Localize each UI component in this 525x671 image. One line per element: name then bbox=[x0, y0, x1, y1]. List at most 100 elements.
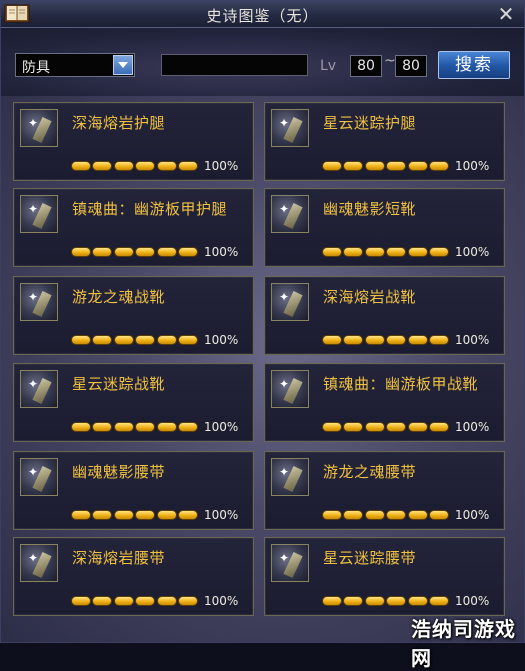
item-card[interactable]: ✦ 游龙之魂腰带 100% bbox=[264, 451, 505, 530]
sparkle-icon: ✦ bbox=[28, 377, 39, 391]
epic-codex-window: 史诗图鉴（无） ✕ 防具 Lv 80 ~ 80 搜索 ✦ 深海熔岩护腿 100% ✦ 星… bbox=[0, 0, 525, 670]
item-card[interactable]: ✦ 游龙之魂战靴 100% bbox=[13, 276, 254, 355]
progress-segment bbox=[113, 335, 134, 345]
progress-segment bbox=[135, 161, 156, 171]
item-name: 镇魂曲：幽游板甲护腿 bbox=[72, 200, 228, 218]
progress-segment bbox=[343, 247, 364, 257]
sparkle-icon: ✦ bbox=[28, 551, 39, 565]
progress-segment bbox=[71, 161, 91, 171]
category-select[interactable]: 防具 bbox=[15, 53, 135, 77]
item-grid: ✦ 深海熔岩护腿 100% ✦ 星云迷踪护腿 100% ✦ 镇魂曲：幽游板甲护腿 100% ✦ 幽魂… bbox=[1, 96, 524, 642]
progress-segment bbox=[135, 510, 156, 520]
progress-segment bbox=[343, 335, 364, 345]
item-card[interactable]: ✦ 幽魂魅影腰带 100% bbox=[13, 451, 254, 530]
progress-segment bbox=[364, 161, 385, 171]
progress-segment bbox=[156, 335, 177, 345]
window-title: 史诗图鉴（无） bbox=[206, 7, 319, 25]
sparkle-icon: ✦ bbox=[279, 551, 290, 565]
item-card[interactable]: ✦ 星云迷踪腰带 100% bbox=[264, 537, 505, 616]
progress-segment bbox=[429, 247, 449, 257]
progress-percent: 100% bbox=[204, 333, 239, 347]
progress-segment bbox=[429, 161, 449, 171]
belt-icon: ✦ bbox=[271, 458, 309, 496]
close-icon[interactable]: ✕ bbox=[496, 4, 516, 24]
progress-segment bbox=[92, 335, 113, 345]
belt-icon: ✦ bbox=[20, 458, 58, 496]
progress-percent: 100% bbox=[455, 333, 490, 347]
progress-bar bbox=[71, 510, 199, 520]
progress-segment bbox=[135, 335, 156, 345]
progress-percent: 100% bbox=[204, 245, 239, 259]
progress-segment bbox=[113, 422, 134, 432]
belt-icon: ✦ bbox=[271, 544, 309, 582]
item-card[interactable]: ✦ 镇魂曲：幽游板甲护腿 100% bbox=[13, 188, 254, 267]
progress-segment bbox=[407, 247, 428, 257]
item-name: 幽魂魅影腰带 bbox=[72, 463, 166, 481]
belt-icon: ✦ bbox=[20, 544, 58, 582]
progress-segment bbox=[343, 161, 364, 171]
search-input[interactable] bbox=[161, 54, 308, 76]
progress-percent: 100% bbox=[455, 420, 490, 434]
boots-icon: ✦ bbox=[20, 370, 58, 408]
progress-segment bbox=[322, 596, 342, 606]
item-card[interactable]: ✦ 深海熔岩腰带 100% bbox=[13, 537, 254, 616]
progress-segment bbox=[92, 247, 113, 257]
progress-segment bbox=[113, 161, 134, 171]
progress-segment bbox=[178, 422, 198, 432]
item-name: 深海熔岩战靴 bbox=[323, 288, 417, 306]
progress-segment bbox=[322, 422, 342, 432]
item-card[interactable]: ✦ 幽魂魅影短靴 100% bbox=[264, 188, 505, 267]
progress-segment bbox=[364, 247, 385, 257]
progress-segment bbox=[364, 335, 385, 345]
boots-icon: ✦ bbox=[271, 370, 309, 408]
item-name: 深海熔岩护腿 bbox=[72, 114, 166, 132]
progress-segment bbox=[113, 596, 134, 606]
progress-segment bbox=[113, 247, 134, 257]
progress-segment bbox=[364, 596, 385, 606]
progress-segment bbox=[386, 335, 407, 345]
progress-segment bbox=[178, 247, 198, 257]
progress-segment bbox=[71, 422, 91, 432]
progress-bar bbox=[71, 247, 199, 257]
progress-segment bbox=[135, 596, 156, 606]
item-name: 游龙之魂战靴 bbox=[72, 288, 166, 306]
item-card[interactable]: ✦ 深海熔岩战靴 100% bbox=[264, 276, 505, 355]
progress-percent: 100% bbox=[204, 594, 239, 608]
level-max-field[interactable]: 80 bbox=[395, 55, 427, 77]
progress-segment bbox=[429, 510, 449, 520]
progress-segment bbox=[92, 510, 113, 520]
progress-segment bbox=[407, 596, 428, 606]
leg-armor-icon: ✦ bbox=[20, 109, 58, 147]
progress-segment bbox=[386, 161, 407, 171]
progress-segment bbox=[343, 510, 364, 520]
boots-icon: ✦ bbox=[20, 283, 58, 321]
progress-segment bbox=[364, 510, 385, 520]
progress-bar bbox=[71, 335, 199, 345]
item-card[interactable]: ✦ 深海熔岩护腿 100% bbox=[13, 102, 254, 181]
progress-segment bbox=[343, 596, 364, 606]
progress-segment bbox=[429, 335, 449, 345]
boots-icon: ✦ bbox=[271, 195, 309, 233]
progress-segment bbox=[407, 335, 428, 345]
level-separator: ~ bbox=[384, 53, 396, 69]
site-watermark: 浩纳司游戏网 bbox=[411, 617, 516, 670]
progress-segment bbox=[407, 422, 428, 432]
progress-bar bbox=[322, 510, 450, 520]
item-card[interactable]: ✦ 星云迷踪战靴 100% bbox=[13, 363, 254, 442]
level-min-field[interactable]: 80 bbox=[350, 55, 382, 77]
progress-segment bbox=[322, 161, 342, 171]
progress-segment bbox=[156, 161, 177, 171]
item-card[interactable]: ✦ 镇魂曲：幽游板甲战靴 100% bbox=[264, 363, 505, 442]
item-card[interactable]: ✦ 星云迷踪护腿 100% bbox=[264, 102, 505, 181]
progress-percent: 100% bbox=[455, 594, 490, 608]
level-label: Lv bbox=[320, 58, 337, 74]
chevron-down-icon[interactable] bbox=[113, 55, 133, 75]
search-button[interactable]: 搜索 bbox=[438, 51, 510, 79]
progress-segment bbox=[322, 335, 342, 345]
leg-armor-icon: ✦ bbox=[271, 109, 309, 147]
progress-bar bbox=[322, 247, 450, 257]
item-name: 游龙之魂腰带 bbox=[323, 463, 417, 481]
progress-segment bbox=[156, 422, 177, 432]
item-name: 星云迷踪腰带 bbox=[323, 549, 417, 567]
progress-segment bbox=[386, 510, 407, 520]
